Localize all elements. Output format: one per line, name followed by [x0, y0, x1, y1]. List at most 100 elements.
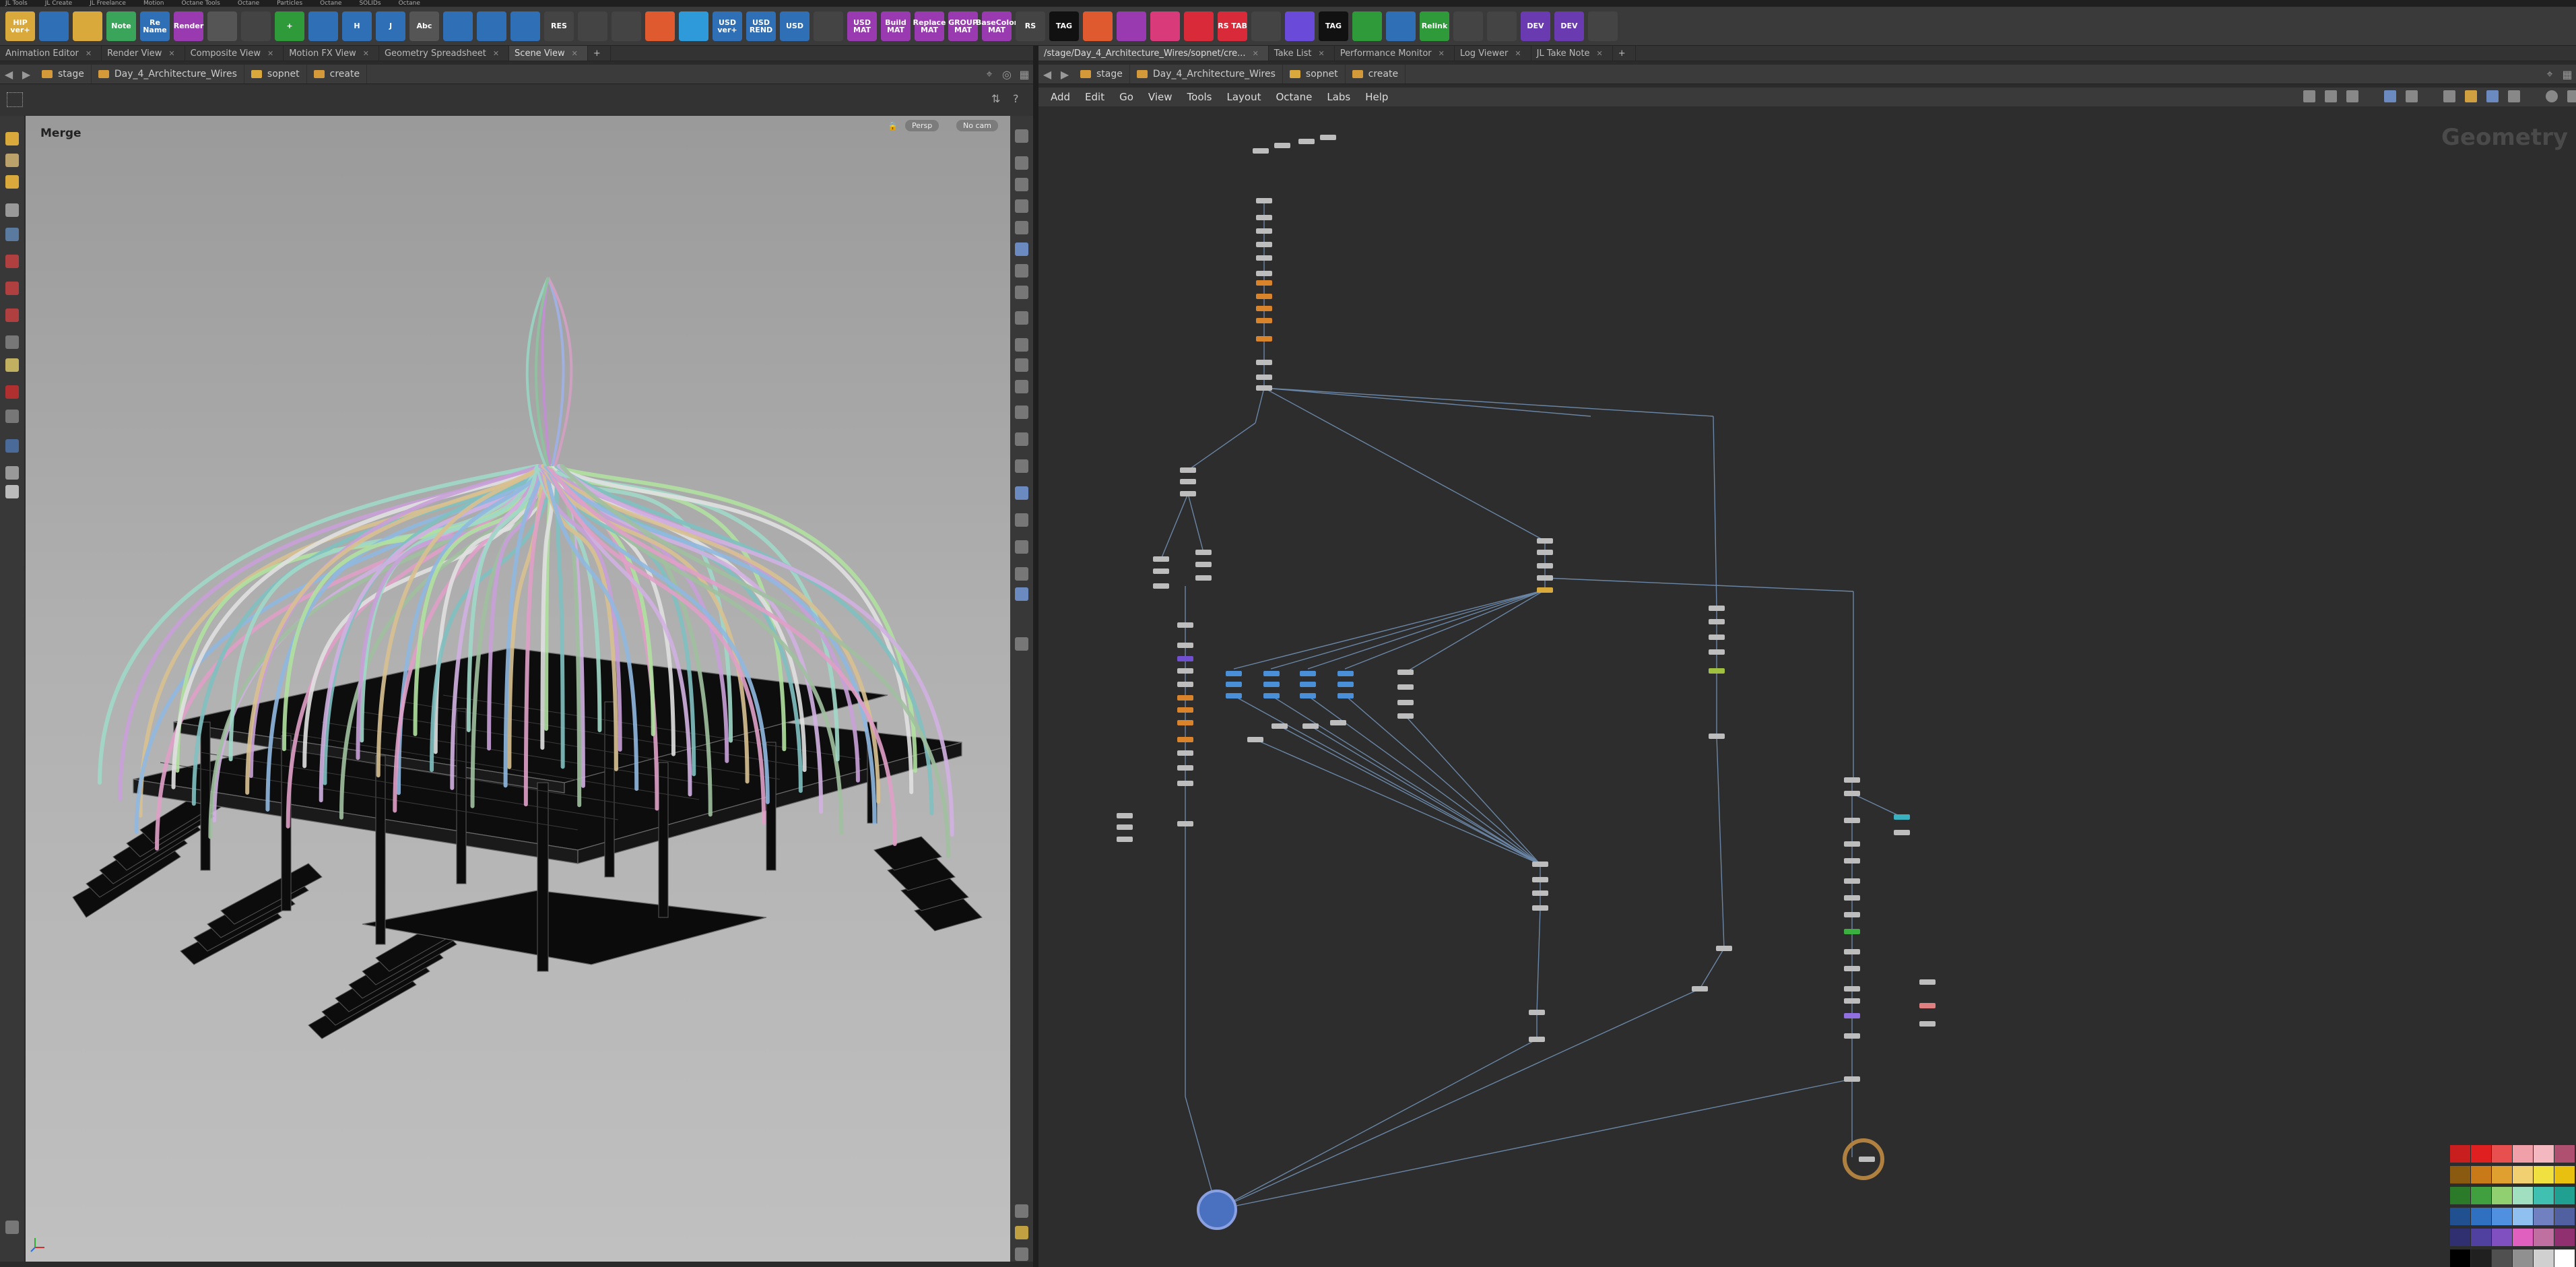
res-tool[interactable]: RES	[544, 11, 574, 41]
shading-icon[interactable]	[1015, 405, 1028, 419]
palette-swatch[interactable]	[2471, 1208, 2491, 1225]
network-menu-item[interactable]: Layout	[1226, 91, 1261, 103]
snapshot-icon[interactable]	[2567, 90, 2576, 102]
bbox-icon[interactable]	[1015, 459, 1028, 473]
thumbs-view-icon[interactable]	[2406, 90, 2418, 102]
close-tab-icon[interactable]: ✕	[1597, 49, 1603, 58]
dropper-icon[interactable]	[1015, 637, 1028, 651]
palette-swatch[interactable]	[2554, 1229, 2575, 1246]
persp-menu[interactable]: Persp	[905, 120, 939, 131]
basecolor-mat-tool[interactable]: BaseColor MAT	[976, 11, 1018, 41]
breadcrumb-item[interactable]: create	[307, 65, 368, 84]
close-tab-icon[interactable]: ✕	[363, 49, 369, 58]
sticky-note-icon[interactable]	[2465, 90, 2477, 102]
scene-viewport[interactable]	[26, 116, 1010, 1262]
frame-icon[interactable]	[1015, 286, 1028, 299]
palette-swatch[interactable]	[2534, 1249, 2554, 1267]
wire-toggle-icon[interactable]	[1015, 156, 1028, 170]
pointer-tool[interactable]	[241, 11, 271, 41]
add-tab-button[interactable]: +	[588, 46, 611, 61]
hand-tool-icon[interactable]	[5, 1221, 19, 1234]
back-arrow-icon[interactable]: ◀	[1038, 68, 1056, 81]
pane-tab[interactable]: Motion FX View ✕	[284, 46, 379, 61]
network-menu-item[interactable]: Add	[1051, 91, 1070, 103]
palette-swatch[interactable]	[2554, 1187, 2575, 1204]
palette-swatch[interactable]	[2471, 1229, 2491, 1246]
pane-tab[interactable]: Animation Editor ✕	[0, 46, 102, 61]
breadcrumb-item[interactable]: sopnet	[1283, 65, 1346, 84]
inspect-tool[interactable]	[1386, 11, 1416, 41]
palette-swatch[interactable]	[2492, 1187, 2512, 1204]
hip-version-tool[interactable]: HIP ver+	[5, 11, 35, 41]
palette-swatch[interactable]	[2450, 1187, 2470, 1204]
palette-swatch[interactable]	[2513, 1187, 2533, 1204]
palette-swatch[interactable]	[2471, 1249, 2491, 1267]
tree-icon[interactable]	[2325, 90, 2337, 102]
menu-strip-item[interactable]: Octane	[399, 0, 420, 7]
pane-tab[interactable]: Composite View ✕	[185, 46, 284, 61]
menu-strip-item[interactable]: JL Create	[45, 0, 72, 7]
palette-swatch[interactable]	[2492, 1208, 2512, 1225]
close-tab-icon[interactable]: ✕	[86, 49, 92, 58]
add-tool[interactable]: +	[275, 11, 304, 41]
close-tab-icon[interactable]: ✕	[1439, 49, 1445, 58]
palette-swatch[interactable]	[2534, 1145, 2554, 1163]
palette-swatch[interactable]	[2513, 1166, 2533, 1183]
grid2-tool[interactable]	[578, 11, 607, 41]
breadcrumb-item[interactable]: create	[1346, 65, 1406, 84]
palette-swatch[interactable]	[2471, 1166, 2491, 1183]
group-mat-tool[interactable]: GROUP MAT	[948, 11, 978, 41]
points-icon[interactable]	[1015, 338, 1028, 352]
lines-tool[interactable]	[443, 11, 473, 41]
close-tab-icon[interactable]: ✕	[572, 49, 578, 58]
dev-b-tool[interactable]: DEV	[1554, 11, 1584, 41]
palette-swatch[interactable]	[2513, 1208, 2533, 1225]
grid-menu-icon[interactable]	[7, 92, 23, 107]
palette-swatch[interactable]	[2471, 1145, 2491, 1163]
menu-strip-item[interactable]: Motion	[143, 0, 164, 7]
wireframe-icon[interactable]	[1015, 486, 1028, 500]
pane-tab[interactable]: Render View ✕	[102, 46, 185, 61]
pane-tab[interactable]: Geometry Spreadsheet ✕	[379, 46, 510, 61]
pane-tab[interactable]: Log Viewer ✕	[1455, 46, 1531, 61]
octane-c-tool[interactable]	[1083, 11, 1113, 41]
measure-tool-icon[interactable]	[5, 358, 19, 372]
display-tool-icon[interactable]	[1015, 129, 1028, 143]
view-tool-icon[interactable]	[5, 154, 19, 167]
h-tool[interactable]: H	[342, 11, 372, 41]
usd-ref-tool[interactable]: USD	[780, 11, 810, 41]
search-icon[interactable]	[2546, 90, 2558, 102]
view-menu-icon[interactable]: ▦	[1016, 68, 1033, 81]
edges-icon[interactable]	[1015, 358, 1028, 372]
breadcrumb-item[interactable]: Day_4_Architecture_Wires	[92, 65, 244, 84]
octane-b-tool[interactable]	[679, 11, 708, 41]
usd-mat-tool[interactable]: USD MAT	[847, 11, 877, 41]
network-menu-item[interactable]: View	[1148, 91, 1173, 103]
pane-tab[interactable]: /stage/Day_4_Architecture_Wires/sopnet/c…	[1038, 46, 1269, 61]
close-tab-icon[interactable]: ✕	[1253, 49, 1259, 58]
runner-tool[interactable]	[73, 11, 102, 41]
palette-swatch[interactable]	[2534, 1208, 2554, 1225]
tag-tool[interactable]: TAG	[1049, 11, 1079, 41]
palette-swatch[interactable]	[2450, 1249, 2470, 1267]
tri-tool[interactable]	[1487, 11, 1517, 41]
breadcrumb-item[interactable]: sopnet	[244, 65, 307, 84]
pin-view-icon[interactable]	[1015, 221, 1028, 234]
arrow-tool-icon[interactable]	[5, 203, 19, 217]
palette-swatch[interactable]	[2492, 1166, 2512, 1183]
palette-swatch[interactable]	[2554, 1145, 2575, 1163]
palette-swatch[interactable]	[2554, 1208, 2575, 1225]
menu-strip-item[interactable]: JL Freelance	[90, 0, 126, 7]
box-tool[interactable]	[308, 11, 338, 41]
render-tool[interactable]: Render	[174, 11, 203, 41]
display-options-icon[interactable]: ⇅	[991, 92, 1000, 105]
menu-strip-item[interactable]: Octane	[238, 0, 259, 7]
list-icon[interactable]	[2346, 90, 2358, 102]
network-menu-item[interactable]: Go	[1119, 91, 1133, 103]
flatten-icon[interactable]	[1015, 540, 1028, 554]
cup-tool-icon[interactable]	[5, 485, 19, 498]
pin-icon[interactable]: ⌖	[981, 67, 998, 81]
network-menu-item[interactable]: Tools	[1187, 91, 1212, 103]
palette-swatch[interactable]	[2492, 1229, 2512, 1246]
speaker-tool[interactable]	[612, 11, 641, 41]
